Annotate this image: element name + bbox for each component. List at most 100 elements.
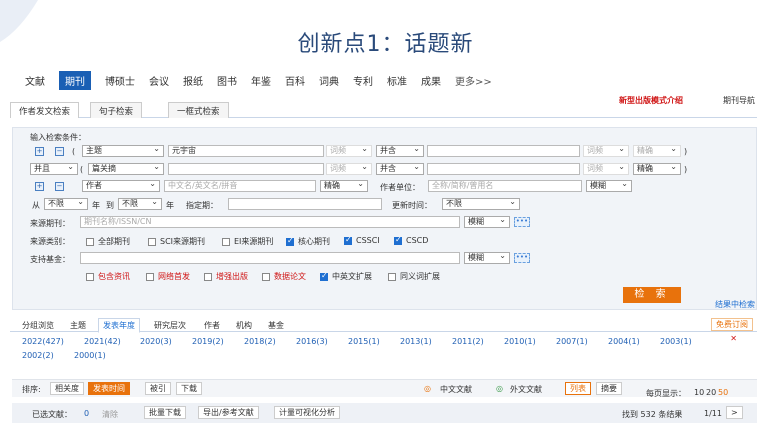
sort-cited-button[interactable]: 被引 (145, 382, 171, 395)
from-year-select[interactable]: 不限 (44, 198, 88, 210)
year-item[interactable]: 2000(1) (74, 351, 106, 360)
opt-enhanced-check[interactable]: 增强出版 (204, 271, 248, 282)
opt-news-check[interactable]: 包含资讯 (86, 271, 130, 282)
fund-input[interactable] (80, 252, 460, 264)
cat-sci-check[interactable]: SCI来源期刊 (148, 236, 205, 247)
remove-author-icon[interactable]: − (55, 182, 64, 191)
tab-fund[interactable]: 基金 (268, 320, 284, 331)
freq-select-2b[interactable]: 词频 (583, 163, 629, 175)
add-row-icon[interactable]: + (35, 147, 44, 156)
keyword-input-2b[interactable] (427, 163, 580, 175)
promo-link[interactable]: 新型出版模式介绍 (619, 95, 683, 106)
journal-guide-link[interactable]: 期刊导航 (723, 95, 755, 106)
specified-input[interactable] (228, 198, 382, 210)
author-match-select[interactable]: 精确 (320, 180, 368, 192)
tab-topic[interactable]: 主题 (70, 320, 86, 331)
nav-biaozhun[interactable]: 标准 (387, 73, 407, 88)
year-item[interactable]: 2018(2) (244, 337, 276, 346)
cat-core-check[interactable]: 核心期刊 (286, 236, 330, 247)
match-select-2[interactable]: 精确 (633, 163, 681, 175)
tab-author-search[interactable]: 作者发文检索 (10, 102, 80, 118)
viz-analysis-button[interactable]: 计量可视化分析 (274, 406, 340, 419)
year-item[interactable]: 2007(1) (556, 337, 588, 346)
nav-more[interactable]: 更多>> (455, 73, 492, 88)
unit-input[interactable]: 全称/简称/曾用名 (428, 180, 582, 192)
unit-match-select[interactable]: 模糊 (586, 180, 632, 192)
search-button[interactable]: 检 索 (623, 287, 681, 303)
year-item[interactable]: 2011(2) (452, 337, 484, 346)
sort-relevance-button[interactable]: 相关度 (50, 382, 84, 395)
fund-more-icon[interactable]: ••• (514, 253, 530, 263)
author-field-select[interactable]: 作者 (82, 180, 160, 192)
year-item[interactable]: 2003(1) (660, 337, 692, 346)
op-select-1[interactable]: 并含 (376, 145, 424, 157)
remove-row-icon[interactable]: − (55, 147, 64, 156)
opt-synonym-check[interactable]: 同义词扩展 (388, 271, 440, 282)
close-icon[interactable]: ✕ (730, 334, 737, 343)
nav-qikan[interactable]: 期刊 (59, 70, 91, 90)
year-item[interactable]: 2021(42) (84, 337, 121, 346)
tab-institution[interactable]: 机构 (236, 320, 252, 331)
next-page-button[interactable]: > (726, 406, 743, 419)
tab-author[interactable]: 作者 (204, 320, 220, 331)
sort-time-button[interactable]: 发表时间 (88, 382, 130, 395)
keyword-input-1[interactable]: 元宇宙 (168, 145, 324, 157)
source-input[interactable]: 期刊名称/ISSN/CN (80, 216, 460, 228)
cat-cssci-check[interactable]: CSSCI (344, 235, 380, 245)
tab-single-box-search[interactable]: 一框式检索 (168, 102, 229, 118)
per-page-10[interactable]: 10 (694, 388, 704, 397)
opt-online-first-check[interactable]: 网络首发 (146, 271, 190, 282)
batch-download-button[interactable]: 批量下载 (144, 406, 186, 419)
fund-match-select[interactable]: 模糊 (464, 252, 510, 264)
tab-sentence-search[interactable]: 句子检索 (90, 102, 143, 118)
add-author-icon[interactable]: + (35, 182, 44, 191)
keyword-input-2[interactable] (168, 163, 324, 175)
nav-boshuoshi[interactable]: 博硕士 (105, 73, 135, 88)
nav-chengguo[interactable]: 成果 (421, 73, 441, 88)
cat-ei-check[interactable]: EI来源期刊 (222, 236, 273, 247)
per-page-20[interactable]: 20 (706, 388, 716, 397)
freq-select-1b[interactable]: 词频 (583, 145, 629, 157)
year-item[interactable]: 2010(1) (504, 337, 536, 346)
source-more-icon[interactable]: ••• (514, 217, 530, 227)
author-input[interactable]: 中文名/英文名/拼音 (164, 180, 316, 192)
nav-nianjian[interactable]: 年鉴 (251, 73, 271, 88)
year-item[interactable]: 2022(427) (22, 337, 64, 346)
nav-zhuanli[interactable]: 专利 (353, 73, 373, 88)
tab-pub-year[interactable]: 发表年度 (98, 318, 140, 333)
sort-download-button[interactable]: 下载 (176, 382, 202, 395)
field-select-2[interactable]: 篇关摘 (88, 163, 164, 175)
clear-link[interactable]: 清除 (102, 409, 118, 420)
year-item[interactable]: 2019(2) (192, 337, 224, 346)
freq-select-1[interactable]: 词频 (326, 145, 372, 157)
cn-doc-link[interactable]: 中文文献 (440, 384, 472, 395)
year-item[interactable]: 2013(1) (400, 337, 432, 346)
list-view-button[interactable]: 列表 (565, 382, 591, 395)
per-page-50[interactable]: 50 (718, 388, 728, 397)
cat-cscd-check[interactable]: CSCD (394, 235, 428, 245)
free-subscribe-button[interactable]: 免费订阅 (711, 318, 753, 331)
year-item[interactable]: 2015(1) (348, 337, 380, 346)
foreign-doc-link[interactable]: 外文文献 (510, 384, 542, 395)
nav-huiyi[interactable]: 会议 (149, 73, 169, 88)
opt-cn-en-check[interactable]: 中英文扩展 (320, 271, 372, 282)
op-select-2[interactable]: 并含 (376, 163, 424, 175)
keyword-input-1b[interactable] (427, 145, 580, 157)
logic-select-2[interactable]: 并且 (30, 163, 78, 175)
opt-data-paper-check[interactable]: 数据论文 (262, 271, 306, 282)
match-select-1[interactable]: 精确 (633, 145, 681, 157)
search-within-link[interactable]: 结果中检索 (715, 299, 755, 310)
field-select-1[interactable]: 主题 (82, 145, 164, 157)
abstract-view-button[interactable]: 摘要 (596, 382, 622, 395)
to-year-select[interactable]: 不限 (118, 198, 162, 210)
nav-tushu[interactable]: 图书 (217, 73, 237, 88)
source-match-select[interactable]: 模糊 (464, 216, 510, 228)
nav-baike[interactable]: 百科 (285, 73, 305, 88)
year-item[interactable]: 2020(3) (140, 337, 172, 346)
cat-all-check[interactable]: 全部期刊 (86, 236, 130, 247)
update-select[interactable]: 不限 (442, 198, 520, 210)
tab-research-level[interactable]: 研究层次 (154, 320, 186, 331)
year-item[interactable]: 2002(2) (22, 351, 54, 360)
nav-wenxian[interactable]: 文献 (25, 73, 45, 88)
year-item[interactable]: 2004(1) (608, 337, 640, 346)
